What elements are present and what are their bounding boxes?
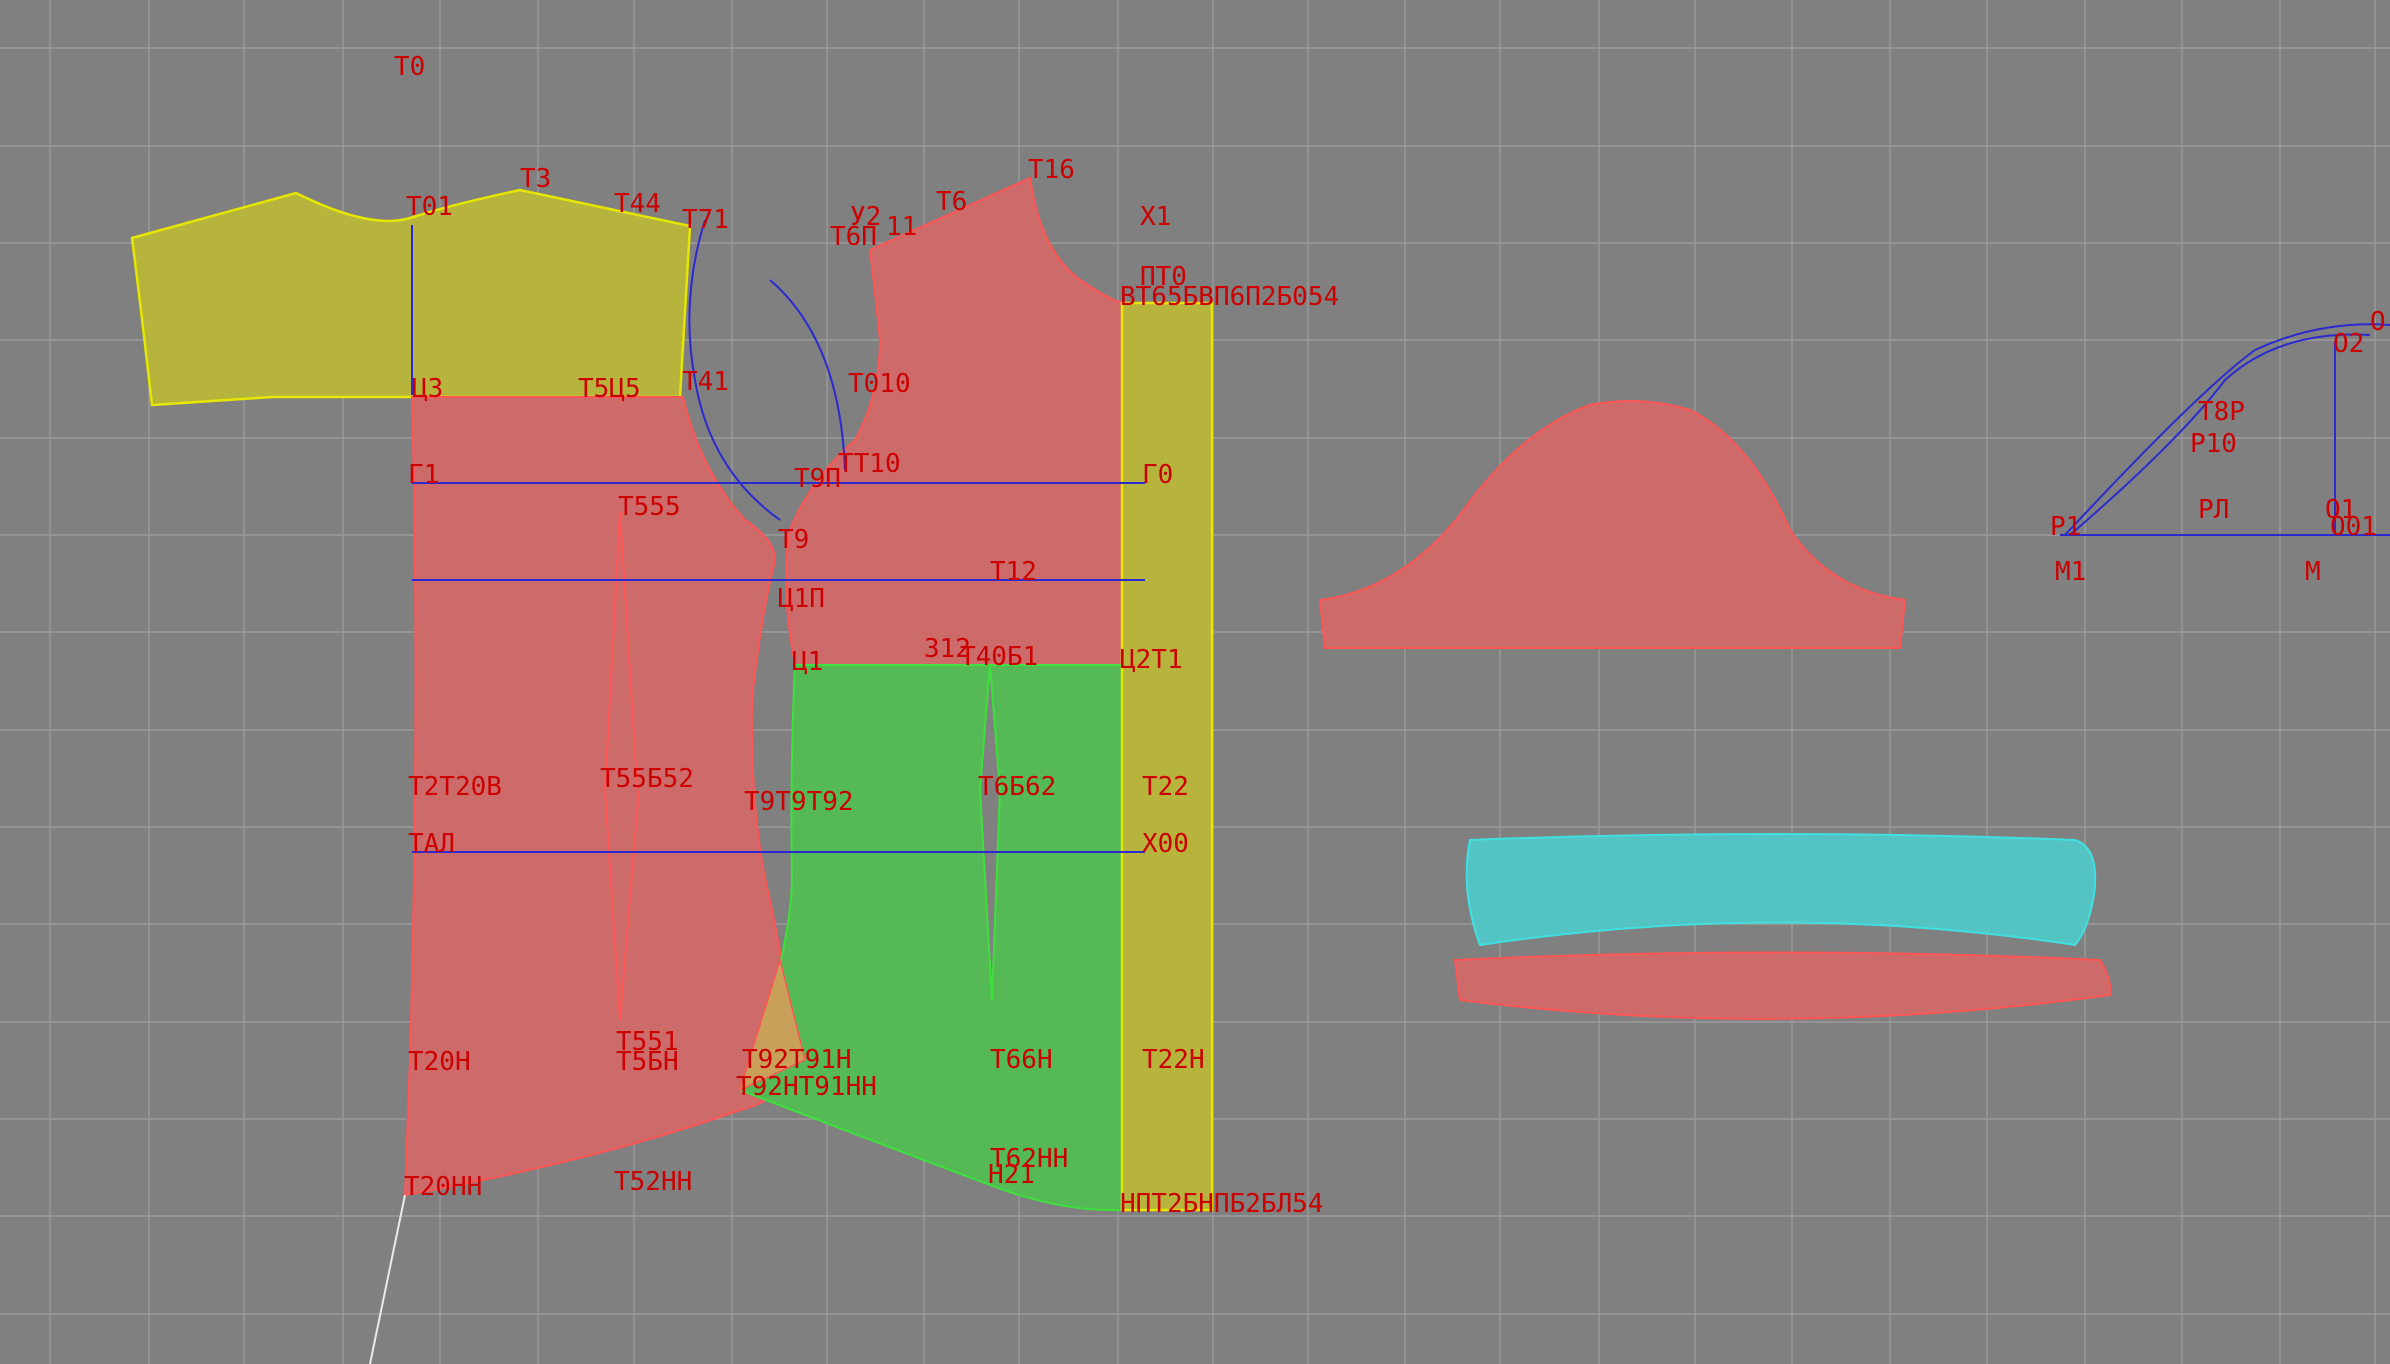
label-t6p: Т6П <box>830 222 877 252</box>
label-t40: Т40Б1 <box>960 642 1038 672</box>
label-t52hh: Т52НН <box>614 1167 692 1197</box>
label-o2: О2 <box>2333 329 2364 359</box>
label-tt10: ТТ10 <box>838 449 901 479</box>
label-r1: Р1 <box>2050 512 2081 542</box>
label-t5u5: Т5Ц5 <box>578 374 641 404</box>
label-u1: Ц1 <box>792 647 823 677</box>
label-t555: Т555 <box>618 492 681 522</box>
label-h21: Н21 <box>988 1160 1035 1190</box>
label-t01: Т01 <box>406 192 453 222</box>
label-x1: Х1 <box>1140 202 1171 232</box>
label-t5bh: Т5БН <box>616 1047 679 1077</box>
label-t3: Т3 <box>520 164 551 194</box>
label-t9: Т9 <box>778 525 809 555</box>
label-tsp: Ц1П <box>778 584 825 614</box>
label-o: О <box>2370 307 2386 337</box>
label-rl: РЛ <box>2198 495 2229 525</box>
label-u2t1: Ц2Т1 <box>1120 645 1183 675</box>
label-t92hh: Т92НТ91НН <box>736 1072 877 1102</box>
label-t20v: Т2Т20В <box>408 772 502 802</box>
label-t662: Т6Б62 <box>978 772 1056 802</box>
label-t44: Т44 <box>614 189 661 219</box>
label-t552: Т55Б52 <box>600 764 694 794</box>
label-t010: Т010 <box>848 369 911 399</box>
label-hbot: НПТ2БНПБ2БЛ54 <box>1120 1189 1324 1219</box>
label-t71: Т71 <box>682 205 729 235</box>
label-x00: Х00 <box>1142 829 1189 859</box>
label-t9p: Т9П <box>794 464 841 494</box>
label-t12: Т12 <box>990 557 1037 587</box>
label-t92h: Т92Т91Н <box>742 1045 852 1075</box>
label-t16: Т16 <box>1028 155 1075 185</box>
label-t6: Т6 <box>936 187 967 217</box>
label-r10: Р10 <box>2190 429 2237 459</box>
label-t22h: Т22Н <box>1142 1045 1205 1075</box>
label-m: М <box>2305 557 2321 587</box>
label-t8p: Т8Р <box>2198 397 2245 427</box>
label-tal: ТАЛ <box>408 829 455 859</box>
pattern-drafting-canvas[interactable]: Т0 Т01 Т3 Т44 Т71 Т16 У2 Т6 Т6П 11 Х1 ПТ… <box>0 0 2390 1364</box>
label-g0: Г0 <box>1142 460 1173 490</box>
label-t0: Т0 <box>394 52 425 82</box>
label-t20h: Т20Н <box>408 1047 471 1077</box>
label-t20hh: Т20НН <box>404 1172 482 1202</box>
label-t41: Т41 <box>682 367 729 397</box>
label-g1: Г1 <box>408 460 439 490</box>
label-t992: Т9Т9Т92 <box>744 787 854 817</box>
label-t22: Т22 <box>1142 772 1189 802</box>
label-o01: О01 <box>2330 512 2377 542</box>
label-ts3: Ц3 <box>412 374 443 404</box>
label-m1: М1 <box>2055 557 2086 587</box>
label-t66h: Т66Н <box>990 1045 1053 1075</box>
label-t11: 11 <box>886 212 917 242</box>
label-vt: ВТ65БВП6П2Б054 <box>1120 282 1339 312</box>
